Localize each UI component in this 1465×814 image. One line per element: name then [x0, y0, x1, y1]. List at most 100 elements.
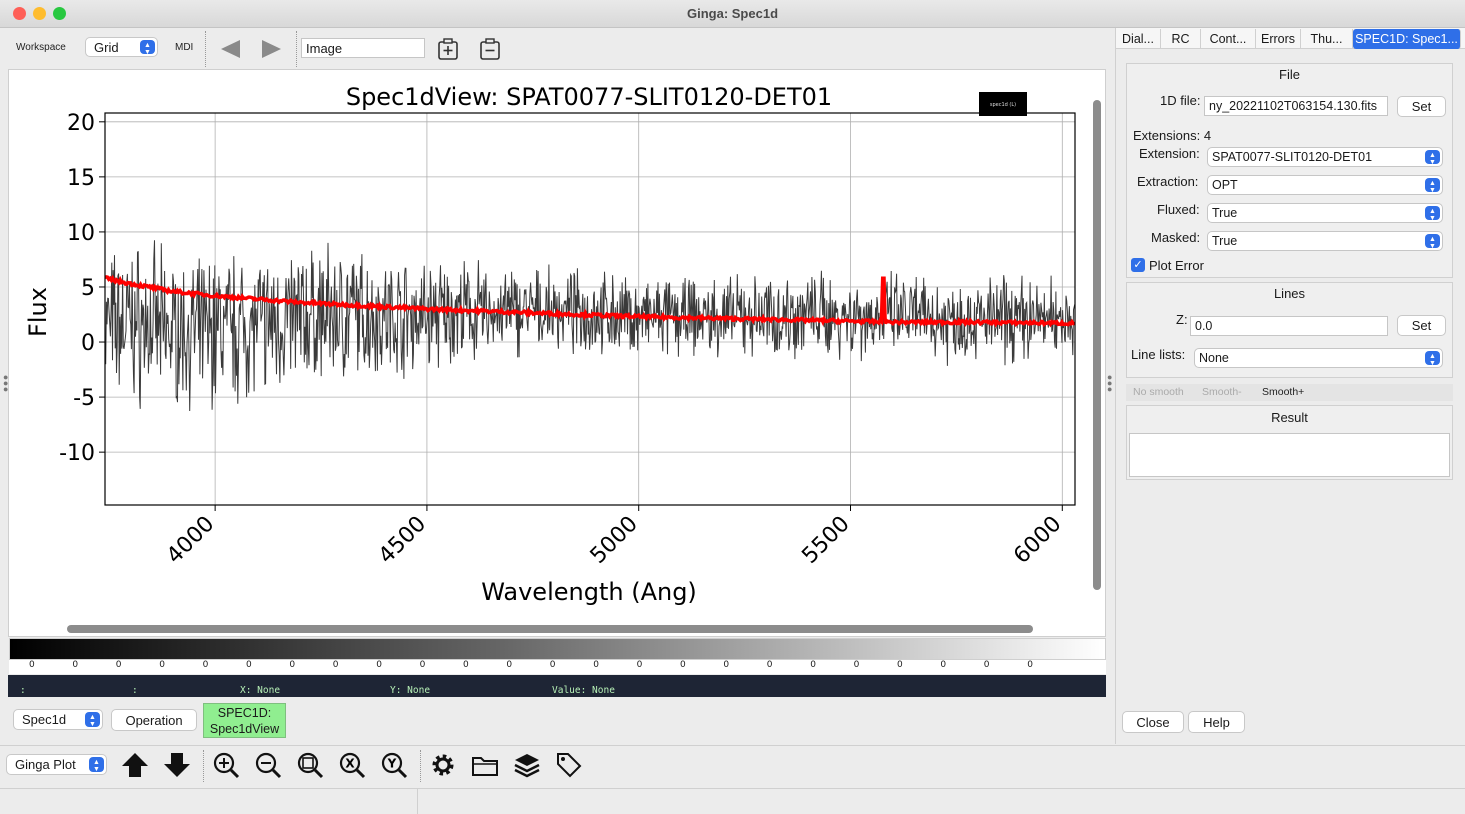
extraction-select-value: OPT [1212, 178, 1238, 192]
back-arrow-icon[interactable] [218, 37, 242, 61]
tab-rc[interactable]: RC [1161, 29, 1201, 49]
masked-label: Masked: [1151, 230, 1201, 245]
tab-dialogs[interactable]: Dial... [1116, 29, 1161, 49]
gear-icon[interactable] [428, 750, 458, 780]
y-tick-label: 10 [67, 221, 95, 246]
file-label: 1D file: [1160, 93, 1201, 108]
masked-select[interactable]: True ▲ ▼ [1207, 231, 1443, 251]
lines-group-title: Lines [1273, 286, 1306, 301]
fluxed-select[interactable]: True ▲ ▼ [1207, 203, 1443, 223]
tab-smooth-plus[interactable]: Smooth+ [1262, 386, 1304, 398]
zoom-y-icon[interactable]: Y [379, 750, 409, 780]
workspace-select-value: Grid [94, 39, 119, 55]
window-title: Ginga: Spec1d [686, 6, 779, 21]
plot-type-select-value: Ginga Plot [15, 757, 76, 772]
colorbar-tick-label: 0 [159, 660, 165, 670]
select-stepper-icon: ▲ ▼ [1425, 178, 1440, 194]
select-stepper-icon: ▲ ▼ [1425, 234, 1440, 250]
forward-arrow-icon[interactable] [260, 37, 284, 61]
channel-select[interactable]: Spec1d ▲ ▼ [13, 709, 103, 730]
z-set-button[interactable]: Set [1397, 315, 1446, 336]
tab-spec1d[interactable]: SPEC1D: Spec1... [1353, 29, 1461, 49]
svg-text:Y: Y [387, 757, 397, 771]
file-set-button[interactable]: Set [1397, 96, 1446, 117]
folder-icon[interactable] [470, 750, 500, 780]
add-workspace-icon[interactable] [436, 37, 460, 61]
toolbar-separator [296, 31, 297, 67]
name-input[interactable]: Image [301, 38, 425, 58]
colorbar-tick-label: 0 [506, 660, 513, 670]
chart-title: Spec1dView: SPAT0077-SLIT0120-DET01 [346, 83, 832, 111]
tab-smooth-minus[interactable]: Smooth- [1202, 386, 1242, 398]
x-ticks: 4000 4500 5000 5500 6000 [162, 505, 1067, 569]
tab-no-smooth[interactable]: No smooth [1133, 386, 1184, 398]
lower-icon[interactable] [162, 750, 192, 780]
select-stepper-icon: ▲ ▼ [140, 40, 155, 56]
zoom-in-icon[interactable] [211, 750, 241, 780]
y-tick-label: -10 [59, 441, 95, 466]
linelists-label: Line lists: [1131, 347, 1186, 362]
zoom-x-icon[interactable]: X [337, 750, 367, 780]
mdi-label: MDI [175, 42, 194, 53]
colorbar-tick-label: 0 [289, 660, 296, 670]
raise-icon[interactable] [120, 750, 150, 780]
horizontal-scrollbar[interactable] [67, 625, 1033, 633]
close-button[interactable]: Close [1122, 711, 1184, 733]
zoom-out-icon[interactable] [253, 750, 283, 780]
vertical-scrollbar[interactable] [1093, 100, 1101, 590]
x-tick-label: 4000 [162, 512, 219, 569]
colorbar-tick-label: 0 [419, 660, 426, 670]
divider [0, 745, 1465, 746]
plot-axes-frame [104, 112, 1076, 506]
extraction-select[interactable]: OPT ▲ ▼ [1207, 175, 1443, 195]
y-ticks: 20 15 10 5 0 -5 -10 [59, 111, 105, 466]
x-tick-label: 5500 [797, 512, 854, 569]
y-axis-label: Flux [24, 287, 52, 337]
result-textarea[interactable] [1129, 433, 1450, 477]
spectrum-chart[interactable]: Spec1dView: SPAT0077-SLIT0120-DET01 20 15… [9, 70, 1091, 622]
extension-select[interactable]: SPAT0077-SLIT0120-DET01 ▲ ▼ [1207, 147, 1443, 167]
z-input[interactable]: 0.0 [1190, 316, 1388, 336]
tab-contents[interactable]: Cont... [1201, 29, 1256, 49]
fluxed-label: Fluxed: [1157, 202, 1200, 217]
select-stepper-icon: ▲ ▼ [1425, 150, 1440, 166]
status-value: Value: None [552, 685, 615, 696]
plot-error-label: Plot Error [1149, 258, 1204, 273]
linelists-select[interactable]: None ▲ ▼ [1194, 348, 1443, 368]
z-label: Z: [1176, 312, 1188, 327]
file-input[interactable]: ny_20221102T063154.130.fits [1204, 96, 1388, 116]
tags-icon[interactable] [554, 750, 584, 780]
select-stepper-icon: ▲ ▼ [85, 712, 100, 728]
zoom-fit-icon[interactable] [295, 750, 325, 780]
right-splitter-handle[interactable]: ● ● ● [1107, 373, 1112, 394]
colorbar-tick-label: 0 [940, 660, 947, 670]
flux-line [104, 240, 1076, 412]
tab-thumbs[interactable]: Thu... [1301, 29, 1353, 49]
operation-button[interactable]: Operation [111, 709, 197, 731]
layers-icon[interactable] [512, 750, 542, 780]
colorbar-tick-label: 0 [897, 660, 903, 670]
help-button[interactable]: Help [1188, 711, 1245, 733]
extensions-count: Extensions: 4 [1133, 128, 1212, 143]
colorbar-tick-label: 0 [723, 660, 730, 670]
left-splitter-handle[interactable]: ● ● ● [3, 373, 8, 394]
workspace-select[interactable]: Grid ▲ ▼ [85, 37, 158, 57]
colorbar-tick-label: 0 [115, 660, 122, 670]
y-tick-label: 20 [67, 111, 95, 136]
plugin-tag-spec1dview[interactable]: SPEC1D: Spec1dView [203, 703, 286, 738]
status-bar: : : X: None Y: None Value: None [8, 675, 1106, 697]
colorbar-tick-label: 0 [680, 660, 686, 670]
colorbar-tick-label: 0 [853, 660, 860, 670]
colorbar-tick-label: 0 [202, 660, 209, 670]
tab-errors[interactable]: Errors [1256, 29, 1301, 49]
legend-label: spec1d (L) [990, 102, 1016, 108]
colorbar[interactable] [9, 638, 1106, 660]
masked-select-value: True [1212, 234, 1238, 248]
plot-type-select[interactable]: Ginga Plot ▲ ▼ [6, 754, 107, 775]
remove-workspace-icon[interactable] [478, 37, 502, 61]
y-tick-label: 0 [81, 331, 95, 356]
status-x: X: None [240, 685, 281, 696]
colorbar-tick-label: 0 [332, 660, 339, 670]
plot-error-checkbox[interactable]: ✓ [1131, 258, 1145, 272]
colorbar-tick-label: 0 [593, 660, 599, 670]
